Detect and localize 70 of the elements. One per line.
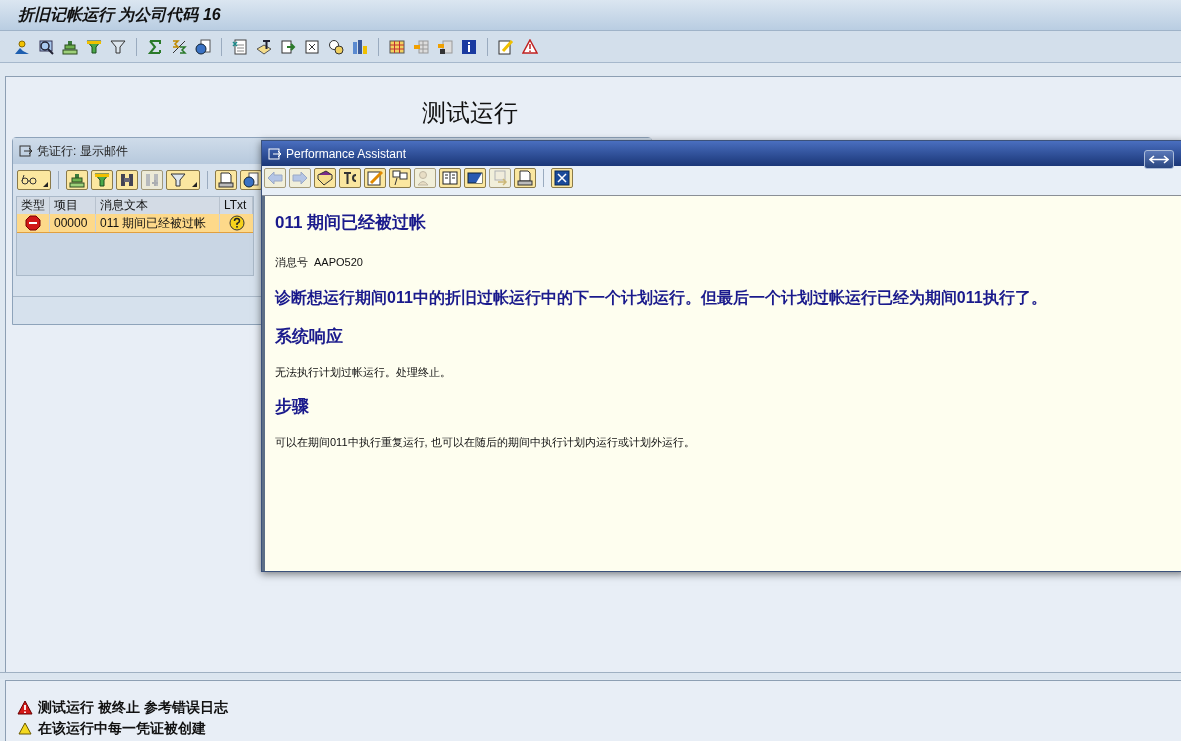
caret-icon bbox=[192, 181, 197, 187]
notes-icon bbox=[392, 170, 408, 186]
toolbar-button[interactable] bbox=[215, 170, 237, 190]
dialog-title: 凭证行: 显示邮件 bbox=[37, 143, 128, 160]
edit-icon bbox=[498, 38, 514, 55]
body-text: 可以在期间011中执行重复运行, 也可以在随后的期间中执行计划内运行或计划外运行。 bbox=[275, 434, 696, 450]
resize-button[interactable] bbox=[1144, 150, 1174, 169]
toolbar-button[interactable] bbox=[339, 168, 361, 188]
toolbar-button[interactable] bbox=[116, 170, 138, 190]
table-row[interactable]: 00000 011 期间已经被过帐 bbox=[17, 214, 253, 233]
sort-ascending-icon bbox=[69, 172, 85, 188]
window-title: 折旧记帐运行 为公司代码 16 bbox=[18, 5, 221, 25]
double-arrow-icon bbox=[1149, 155, 1169, 164]
filter-icon bbox=[110, 38, 126, 55]
error-icon bbox=[17, 699, 33, 715]
table-cell: 011 期间已经被过帐 bbox=[96, 214, 220, 232]
message-heading: 011 期间已经被过帐 bbox=[275, 212, 428, 234]
warning-icon bbox=[522, 38, 538, 55]
dialog-icon bbox=[19, 145, 33, 157]
spreadsheet-icon bbox=[232, 38, 248, 55]
panel-icon bbox=[467, 170, 483, 186]
form-icon bbox=[304, 38, 320, 55]
body-text: 无法执行计划过帐运行。处理终止。 bbox=[275, 364, 452, 380]
sum-icon bbox=[147, 38, 163, 55]
print-icon bbox=[218, 172, 234, 188]
status-message: 测试运行 被终止 参考错误日志 bbox=[38, 697, 228, 717]
bar-chart-icon bbox=[352, 38, 368, 55]
warning-icon bbox=[18, 721, 32, 735]
toolbar-button[interactable] bbox=[240, 170, 262, 190]
filter-icon bbox=[170, 172, 186, 188]
window-icon bbox=[268, 147, 282, 160]
toolbar-button[interactable] bbox=[389, 168, 411, 188]
info-icon bbox=[461, 38, 477, 55]
landscape-icon bbox=[14, 38, 30, 55]
table-icon bbox=[389, 38, 405, 55]
section-heading: 步骤 bbox=[275, 396, 310, 418]
window-title: Performance Assistant bbox=[286, 145, 407, 163]
back-icon bbox=[267, 170, 283, 186]
glasses-icon bbox=[21, 172, 37, 188]
toolbar-button[interactable] bbox=[464, 168, 486, 188]
subtotal-icon bbox=[171, 38, 187, 55]
caret-icon bbox=[43, 181, 48, 187]
toolbar-button[interactable] bbox=[17, 170, 51, 190]
export-icon bbox=[280, 38, 296, 55]
section-heading: 系统响应 bbox=[275, 326, 344, 348]
toolbar-button[interactable] bbox=[514, 168, 536, 188]
page-heading: 测试运行 bbox=[422, 98, 518, 128]
toolbar-button[interactable] bbox=[314, 168, 336, 188]
field-label: 消息号 bbox=[275, 254, 308, 270]
stop-sign-icon bbox=[25, 215, 41, 231]
help-icon[interactable] bbox=[228, 215, 245, 231]
toolbar-button[interactable] bbox=[166, 170, 200, 190]
edit-icon bbox=[367, 170, 383, 186]
close-icon bbox=[554, 170, 570, 186]
message-number: AAPO520 bbox=[314, 254, 363, 270]
status-message: 在该运行中每一凭证被创建 bbox=[38, 718, 206, 738]
sort-descending-icon bbox=[94, 172, 110, 188]
open-book-icon bbox=[442, 170, 458, 186]
table-cell: 00000 bbox=[50, 214, 96, 232]
print-forward-icon bbox=[492, 170, 508, 186]
sort-descending-icon bbox=[86, 38, 102, 55]
table-arrow-icon bbox=[413, 38, 429, 55]
text-icon bbox=[256, 38, 272, 55]
forward-icon bbox=[292, 170, 308, 186]
toolbar-button[interactable] bbox=[520, 36, 540, 57]
search-icon bbox=[38, 38, 54, 55]
toolbar-button[interactable] bbox=[551, 168, 573, 188]
print-icon bbox=[517, 170, 533, 186]
diagnosis-text: 诊断想运行期间011中的折旧过帐运行中的下一个计划运行。但最后一个计划过帐运行已经为期间011执行了。 bbox=[275, 288, 1048, 308]
sort-ascending-icon bbox=[62, 38, 78, 55]
